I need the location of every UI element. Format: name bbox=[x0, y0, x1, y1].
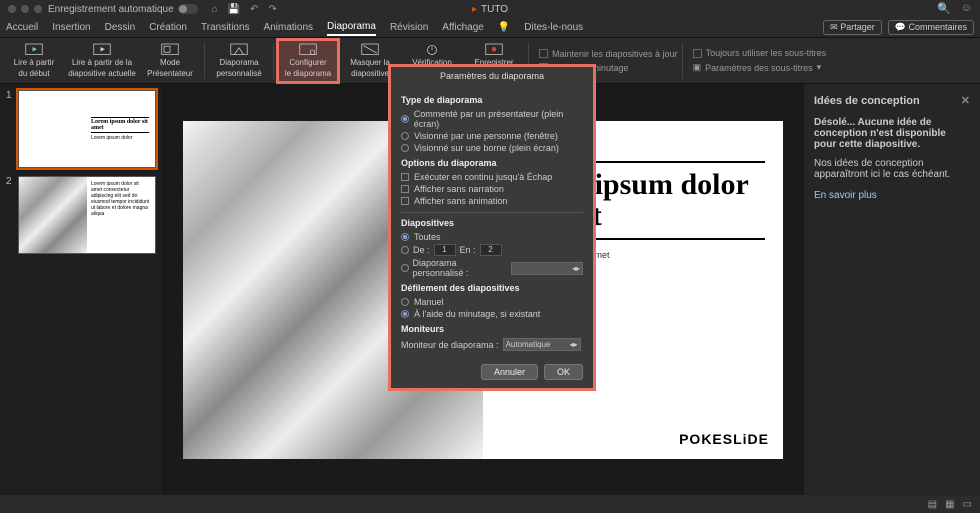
cancel-button[interactable]: Annuler bbox=[481, 364, 538, 380]
presenter-mode-button[interactable]: ModePrésentateur bbox=[140, 40, 200, 82]
opt-loop[interactable]: Exécuter en continu jusqu'à Échap bbox=[401, 171, 583, 183]
play-from-start-button[interactable]: Lire à partirdu début bbox=[4, 40, 64, 82]
setup-slideshow-button[interactable]: Configurerle diaporama bbox=[278, 40, 338, 82]
section-options: Options du diaporama bbox=[401, 158, 583, 168]
subtitle-settings-button[interactable]: ▣Paramètres des sous-titres ▾ bbox=[693, 62, 827, 73]
notes-icon[interactable]: ▤ bbox=[928, 499, 937, 510]
view-normal-icon[interactable]: ▦ bbox=[945, 499, 954, 510]
tab-dessin[interactable]: Dessin bbox=[105, 20, 136, 35]
opt-manual[interactable]: Manuel bbox=[401, 296, 583, 308]
tab-affichage[interactable]: Affichage bbox=[442, 20, 484, 35]
view-slideshow-icon[interactable]: ▭ bbox=[963, 499, 972, 510]
play-from-current-button[interactable]: Lire à partir de ladiapositive actuelle bbox=[66, 40, 138, 82]
thumb-number: 2 bbox=[6, 176, 14, 254]
opt-custom[interactable]: Diaporama personnalisé :◂▸ bbox=[401, 257, 583, 279]
panel-title: Idées de conception bbox=[814, 95, 920, 107]
section-advance: Défilement des diapositives bbox=[401, 283, 583, 293]
slide-thumbnail-1[interactable]: Lorem ipsum dolor sit ametLorem ipsum do… bbox=[18, 90, 156, 168]
custom-slideshow-button[interactable]: Diaporamapersonnalisé bbox=[209, 40, 269, 82]
slide-thumbnails: 1 Lorem ipsum dolor sit ametLorem ipsum … bbox=[0, 84, 162, 495]
search-icon[interactable]: 🔍 bbox=[937, 2, 951, 15]
opt-timing[interactable]: À l'aide du minutage, si existant bbox=[401, 308, 583, 320]
tab-accueil[interactable]: Accueil bbox=[6, 20, 38, 35]
keep-updated-checkbox[interactable]: Maintenir les diapositives à jour bbox=[539, 49, 678, 59]
tell-me[interactable]: Dites-le-nous bbox=[524, 20, 583, 35]
autosave-toggle[interactable] bbox=[178, 4, 198, 14]
tab-insertion[interactable]: Insertion bbox=[52, 20, 90, 35]
section-slides: Diapositives bbox=[401, 218, 583, 228]
opt-kiosk[interactable]: Visionné sur une borne (plein écran) bbox=[401, 142, 583, 154]
slideshow-settings-dialog: Paramètres du diaporama Type de diaporam… bbox=[388, 64, 596, 391]
panel-hint: Nos idées de conception apparaîtront ici… bbox=[814, 158, 970, 180]
thumb-number: 1 bbox=[6, 90, 14, 168]
tab-revision[interactable]: Révision bbox=[390, 20, 428, 35]
to-field[interactable]: 2 bbox=[480, 244, 502, 256]
ok-button[interactable]: OK bbox=[544, 364, 583, 380]
close-panel-icon[interactable]: ✕ bbox=[961, 94, 970, 107]
slide-brand: POKESLiDE bbox=[679, 431, 769, 447]
file-name: TUTO bbox=[481, 4, 508, 15]
slide-thumbnail-2[interactable]: Lorem ipsum dolor sit amet consectetur a… bbox=[18, 176, 156, 254]
opt-no-animation[interactable]: Afficher sans animation bbox=[401, 195, 583, 207]
opt-presenter[interactable]: Commenté par un présentateur (plein écra… bbox=[401, 108, 583, 130]
section-type: Type de diaporama bbox=[401, 95, 583, 105]
ribbon-tabs: Accueil Insertion Dessin Création Transi… bbox=[0, 18, 980, 38]
monitor-label: Moniteur de diaporama : bbox=[401, 340, 499, 350]
undo-icon[interactable]: ↶ bbox=[250, 4, 258, 15]
opt-all[interactable]: Toutes bbox=[401, 231, 583, 243]
status-bar: ▤ ▦ ▭ bbox=[0, 495, 980, 513]
design-ideas-panel: Idées de conception ✕ Désolé... Aucune id… bbox=[804, 84, 980, 495]
custom-select[interactable]: ◂▸ bbox=[511, 262, 583, 275]
file-icon: ▸ bbox=[472, 4, 477, 15]
smiley-icon[interactable]: ☺ bbox=[961, 2, 972, 15]
window-controls[interactable] bbox=[8, 5, 42, 13]
from-field[interactable]: 1 bbox=[434, 244, 456, 256]
share-button[interactable]: ✉ Partager bbox=[823, 20, 882, 35]
learn-more-link[interactable]: En savoir plus bbox=[814, 190, 970, 201]
opt-individual[interactable]: Visionné par une personne (fenêtre) bbox=[401, 130, 583, 142]
panel-message: Désolé... Aucune idée de conception n'es… bbox=[814, 117, 970, 150]
opt-range[interactable]: De :1En :2 bbox=[401, 243, 583, 257]
redo-icon[interactable]: ↷ bbox=[269, 4, 277, 15]
home-icon[interactable]: ⌂ bbox=[212, 4, 218, 15]
tab-creation[interactable]: Création bbox=[149, 20, 187, 35]
tab-animations[interactable]: Animations bbox=[264, 20, 313, 35]
opt-no-narration[interactable]: Afficher sans narration bbox=[401, 183, 583, 195]
save-icon[interactable]: 💾 bbox=[228, 4, 240, 15]
autosave-label: Enregistrement automatique bbox=[48, 4, 174, 15]
dialog-title: Paramètres du diaporama bbox=[391, 67, 593, 85]
always-subtitles-checkbox[interactable]: Toujours utiliser les sous-titres bbox=[693, 48, 827, 58]
monitor-select[interactable]: Automatique◂▸ bbox=[503, 338, 581, 351]
title-bar: Enregistrement automatique ⌂ 💾 ↶ ↷ ▸ TUTO… bbox=[0, 0, 980, 18]
tab-diaporama[interactable]: Diaporama bbox=[327, 19, 376, 36]
tab-transitions[interactable]: Transitions bbox=[201, 20, 250, 35]
section-monitors: Moniteurs bbox=[401, 324, 583, 334]
comments-button[interactable]: 💬 Commentaires bbox=[888, 20, 974, 35]
